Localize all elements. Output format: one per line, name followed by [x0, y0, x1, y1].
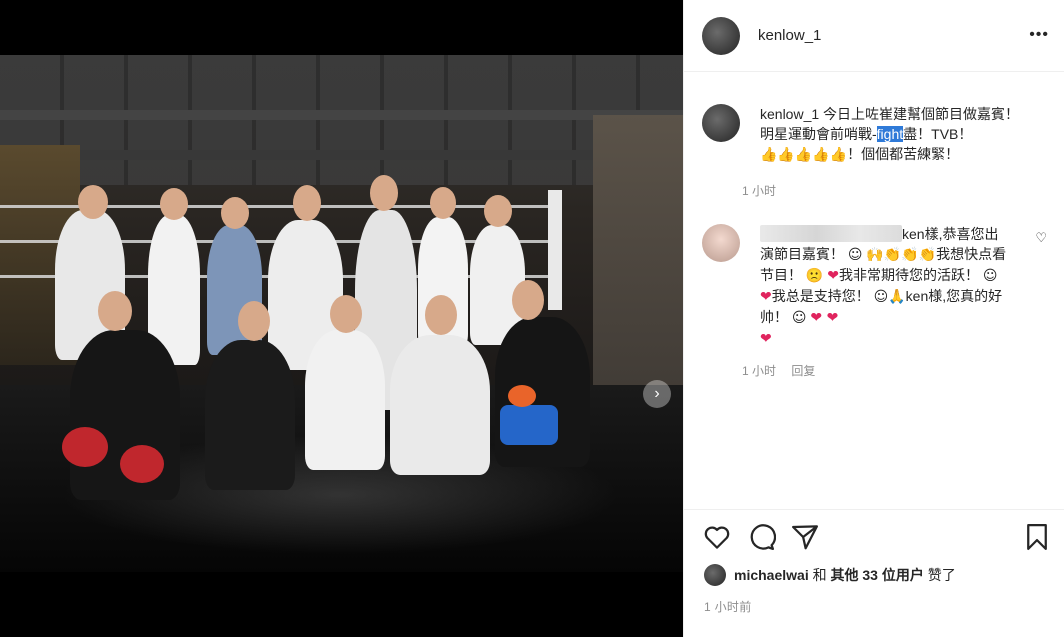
carousel-next-icon[interactable]: › — [643, 380, 671, 408]
photo-head — [160, 188, 188, 220]
photo-shorts — [500, 405, 558, 445]
photo-head — [512, 280, 544, 320]
comment-text-c: 我非常期待您的活跃！ — [838, 267, 979, 283]
likes-and: 和 — [812, 567, 827, 583]
smile-emoji: ☺ — [982, 268, 998, 284]
photo-head — [293, 185, 321, 221]
post-header: kenlow_1 ••• — [684, 0, 1064, 72]
heart-icon[interactable] — [702, 522, 732, 552]
photo-head — [430, 187, 456, 219]
comment-icon[interactable] — [746, 522, 776, 552]
author-avatar[interactable] — [702, 17, 740, 55]
likes-liked: 赞了 — [927, 567, 956, 583]
caption-text: kenlow_1 今日上咗崔建幫個節目做嘉賓！明星運動會前哨戰-fight盡！T… — [760, 104, 1032, 165]
post-photo[interactable]: › — [0, 55, 683, 572]
photo-head — [98, 291, 132, 331]
bookmark-icon[interactable] — [1022, 522, 1052, 552]
photo-ring-post — [548, 190, 562, 310]
heart-emoji: ❤ — [760, 289, 772, 305]
comments-list[interactable]: kenlow_1 今日上咗崔建幫個節目做嘉賓！明星運動會前哨戰-fight盡！T… — [684, 72, 1064, 509]
caption-username[interactable]: kenlow_1 — [760, 106, 819, 122]
liker-username[interactable]: michaelwai — [734, 567, 809, 583]
reply-button[interactable]: 回复 — [791, 364, 815, 378]
photo-glove — [508, 385, 536, 407]
caption-avatar[interactable] — [702, 104, 740, 142]
photo-head — [425, 295, 457, 335]
comment-text: ken樣,恭喜您出演節目嘉賓！ ☺ 🙌👏👏👏我想快点看节目！ 🙁 ❤我非常期待您… — [760, 224, 1010, 349]
media-pane: › — [0, 0, 683, 637]
photo-beam — [0, 110, 683, 120]
heart-emoji: ❤ — [760, 331, 772, 347]
comment-text-d: 我总是支持您！ — [771, 288, 870, 304]
clap-emoji: 👏👏👏 — [883, 247, 937, 263]
photo-person — [205, 340, 295, 490]
post-actions: michaelwai 和 其他 33 位用户 赞了 1 小时前 — [684, 509, 1064, 627]
photo-glove — [120, 445, 164, 483]
photo-head — [484, 195, 512, 227]
comment-time[interactable]: 1 小时 — [742, 364, 776, 378]
photo-glove — [62, 427, 108, 467]
frown-emoji: 🙁 — [805, 268, 824, 284]
commenter-avatar[interactable] — [702, 224, 740, 262]
photo-head — [238, 301, 270, 341]
comment-meta: 1 小时 回复 — [742, 362, 827, 379]
caption-meta: 1 小时 — [742, 182, 788, 199]
smile-emoji: ☺ — [847, 247, 863, 263]
likes-summary: michaelwai 和 其他 33 位用户 赞了 — [704, 564, 956, 586]
author-username[interactable]: kenlow_1 — [758, 27, 821, 44]
photo-person — [390, 335, 490, 475]
caption-time[interactable]: 1 小时 — [742, 184, 776, 198]
thumbs-up-emoji: 👍👍👍👍👍 — [760, 147, 848, 163]
smile-emoji: ☺ — [791, 310, 807, 326]
commenter-username-blurred[interactable] — [760, 225, 902, 242]
photo-head — [330, 295, 362, 333]
likes-others[interactable]: 其他 33 位用户 — [830, 565, 923, 585]
photo-beam — [0, 150, 683, 160]
photo-person — [305, 330, 385, 470]
more-icon[interactable]: ••• — [1029, 26, 1049, 44]
comment-like-icon[interactable]: ♡ — [1035, 230, 1047, 246]
heart-emoji: ❤ — [827, 268, 839, 284]
hearts-emoji: ❤ ❤ — [810, 310, 839, 326]
raised-hands-emoji: 🙌 — [866, 247, 884, 263]
photo-ceiling — [0, 55, 683, 185]
post-time[interactable]: 1 小时前 — [704, 598, 752, 615]
post-side-panel: kenlow_1 ••• kenlow_1 今日上咗崔建幫個節目做嘉賓！明星運動… — [683, 0, 1064, 637]
caption-highlight: fight — [876, 126, 904, 142]
smile-emoji: ☺ — [873, 289, 889, 305]
share-icon[interactable] — [790, 522, 820, 552]
photo-head — [78, 185, 108, 219]
liker-avatar[interactable] — [704, 564, 726, 586]
photo-head — [370, 175, 398, 211]
photo-head — [221, 197, 249, 229]
pray-emoji: 🙏 — [888, 289, 906, 305]
caption-text-after: 盡！TVB！ — [903, 126, 973, 142]
caption-text-end: ！個個都苦練緊！ — [847, 146, 960, 162]
